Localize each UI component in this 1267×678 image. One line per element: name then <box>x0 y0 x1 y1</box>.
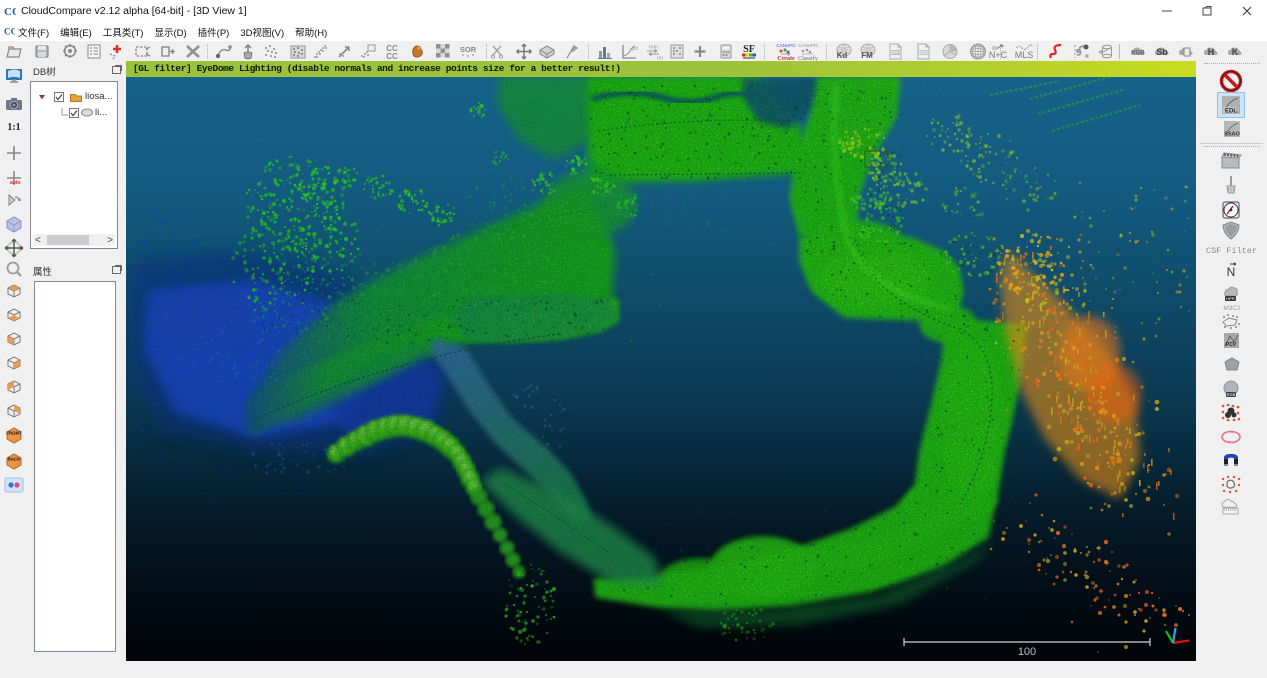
svg-text:CANUPO: CANUPO <box>798 43 818 48</box>
svg-text:Kd: Kd <box>837 51 848 60</box>
svg-text:N+C: N+C <box>989 50 1008 60</box>
svg-text:RGB: RGB <box>1227 392 1236 397</box>
svg-text:CC: CC <box>386 52 398 61</box>
svg-text:FRONT: FRONT <box>6 431 22 436</box>
svg-text:auto: auto <box>10 180 21 186</box>
svg-text:MLS: MLS <box>1015 50 1034 60</box>
svg-text:1:1: 1:1 <box>7 122 20 133</box>
svg-text:100: 100 <box>1018 646 1036 658</box>
svg-text:SSAO: SSAO <box>1224 132 1240 138</box>
svg-text:RGB: RGB <box>1131 51 1145 57</box>
svg-text:CANUPO: CANUPO <box>776 43 796 48</box>
svg-text:K: K <box>1232 47 1239 57</box>
svg-text:SF: SF <box>743 44 755 55</box>
svg-text:BACK: BACK <box>8 457 22 462</box>
svg-text:CC: CC <box>4 26 15 36</box>
svg-text:N: N <box>1227 265 1236 279</box>
svg-text:FM: FM <box>861 51 873 60</box>
svg-text:SOR: SOR <box>460 45 477 54</box>
svg-text:μσ: μσ <box>632 46 639 52</box>
svg-text:HPR: HPR <box>1226 296 1235 301</box>
svg-text:CC: CC <box>4 6 16 17</box>
svg-text:Sb: Sb <box>1156 47 1168 57</box>
svg-text:H: H <box>1208 47 1215 57</box>
svg-text:CSV: CSV <box>919 50 928 55</box>
svg-text:EDL: EDL <box>1225 109 1237 115</box>
svg-text:min: min <box>649 45 658 51</box>
svg-text:BRP: BRP <box>891 50 900 55</box>
svg-text:PCV: PCV <box>1226 342 1237 348</box>
